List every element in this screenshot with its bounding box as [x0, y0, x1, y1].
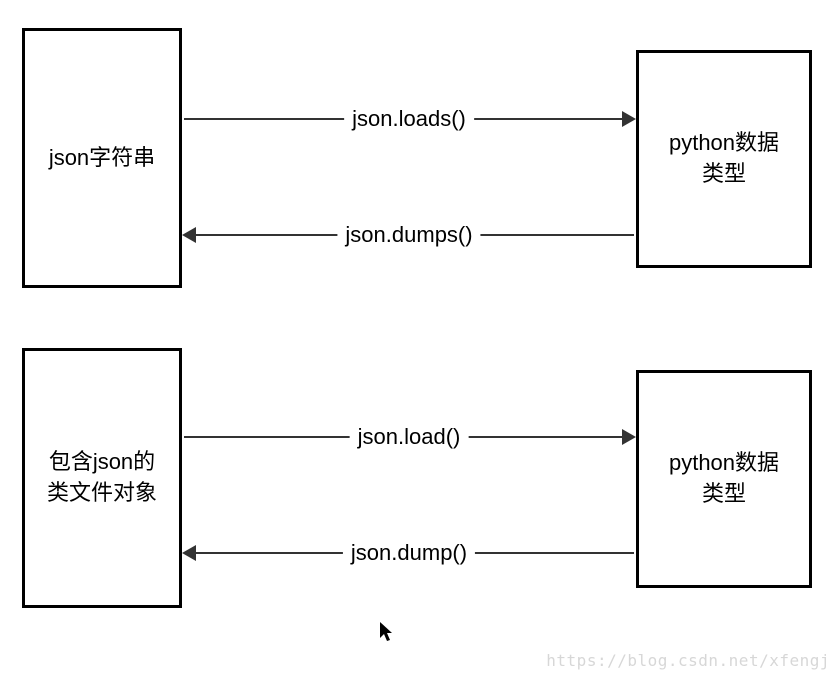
json-file-label: 包含json的 类文件对象 [47, 447, 157, 509]
python-type-label-2: python数据 类型 [669, 448, 779, 510]
json-string-label: json字符串 [49, 143, 155, 174]
json-file-box: 包含json的 类文件对象 [22, 348, 182, 608]
load-label: json.load() [350, 424, 469, 450]
json-string-box: json字符串 [22, 28, 182, 288]
loads-arrow: json.loads() [184, 118, 634, 120]
dump-arrow: json.dump() [184, 552, 634, 554]
python-type-label-1: python数据 类型 [669, 128, 779, 190]
dumps-label: json.dumps() [337, 222, 480, 248]
python-type-box-1: python数据 类型 [636, 50, 812, 268]
cursor-icon [380, 622, 396, 648]
loads-label: json.loads() [344, 106, 474, 132]
load-arrow: json.load() [184, 436, 634, 438]
dumps-arrow: json.dumps() [184, 234, 634, 236]
dump-label: json.dump() [343, 540, 475, 566]
python-type-box-2: python数据 类型 [636, 370, 812, 588]
watermark-text: https://blog.csdn.net/xfengj [546, 651, 830, 670]
